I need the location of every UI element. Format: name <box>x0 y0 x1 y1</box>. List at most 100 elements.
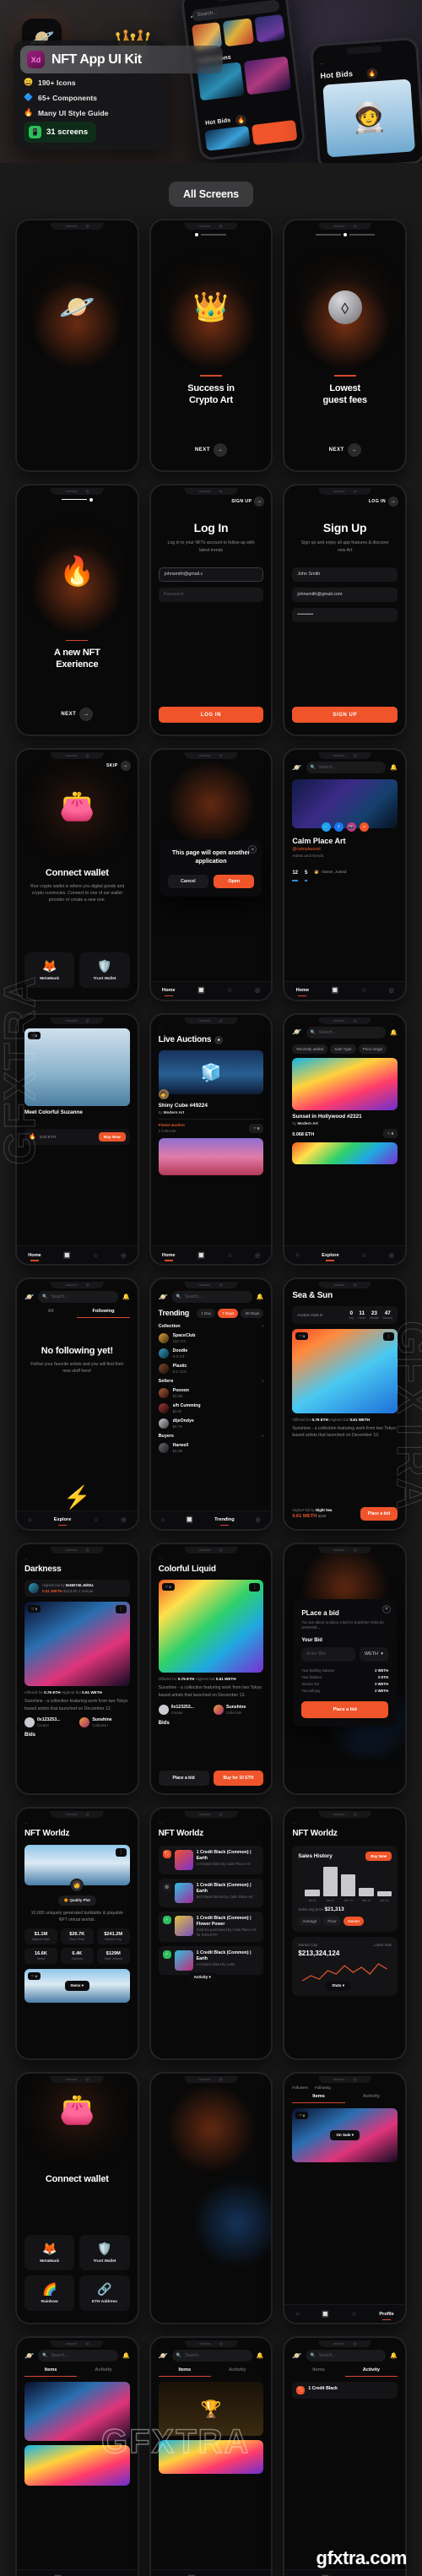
like-badge[interactable]: ♡ 8 <box>249 1123 264 1133</box>
screen-following-empty[interactable]: 🪐 🔍 Search... 🔔 All Following No followin… <box>15 1277 139 1531</box>
tab-explore-icon[interactable]: 🔲 <box>322 2311 329 2318</box>
chip-average[interactable]: Average <box>298 1916 322 1926</box>
next-button[interactable]: NEXT → <box>329 442 361 457</box>
currency-select[interactable]: WETH ▾ <box>360 1646 388 1662</box>
tile-hot-2[interactable] <box>251 119 298 146</box>
nft-artwork-2[interactable] <box>292 1142 398 1164</box>
tab-items[interactable]: Items <box>292 2094 345 2103</box>
back-arrow-icon[interactable]: ← <box>24 1556 130 1561</box>
skip-button[interactable]: SKIP → <box>106 761 131 772</box>
cancel-button[interactable]: Cancel <box>167 875 208 889</box>
email-field[interactable]: johnsmith@gmail.com <box>292 587 398 602</box>
screen-darkness[interactable]: ← Darkness Highest bid by 0x662740..9d02… <box>15 1542 139 1796</box>
screen-artist-profile[interactable]: 🪐 🔍 Search... 🔔 🐦 f 📷 ↗ Calm Place Art @c… <box>283 748 407 1001</box>
tile-glitchy[interactable] <box>223 18 254 47</box>
filter-dropdown[interactable]: Items ▾ <box>64 1981 90 1992</box>
signup-button[interactable]: SIGN UP <box>292 707 398 724</box>
planet-icon[interactable]: 🪐 <box>292 1028 301 1037</box>
next-button[interactable]: NEXT → <box>195 442 227 457</box>
screen-connect-wallet[interactable]: SKIP → 👛 Connect wallet Your crypto wall… <box>15 748 139 1001</box>
share-icon[interactable]: ↗ <box>359 822 369 832</box>
back-arrow-icon[interactable]: ← <box>24 1820 130 1825</box>
tab-profile-icon[interactable]: ◎ <box>121 1516 126 1523</box>
like-badge[interactable]: ♡ 6 <box>295 2111 309 2119</box>
list-item[interactable]: Harwell $2.2M <box>158 1442 264 1453</box>
bell-icon[interactable]: 🔔 <box>390 2352 398 2359</box>
bell-icon[interactable]: 🔔 <box>390 1029 398 1036</box>
back-arrow-icon[interactable]: ← <box>159 1556 264 1561</box>
tab-explore-icon[interactable]: 🔲 <box>332 987 339 994</box>
tab-profile-icon[interactable]: ◎ <box>255 1252 260 1259</box>
instagram-icon[interactable]: 📷 <box>346 822 356 832</box>
tab-explore-icon[interactable]: 🔲 <box>63 1252 71 1259</box>
tab-home-icon[interactable]: ⌂ <box>296 1252 300 1258</box>
list-item[interactable]: SpaceClub 10ct 3.9 <box>158 1332 264 1343</box>
planet-icon[interactable]: 🪐 <box>24 2351 34 2361</box>
nft-artwork[interactable]: ♡ 5 ⋮ <box>24 1602 130 1687</box>
facebook-icon[interactable]: f <box>333 822 344 832</box>
chip-price-range[interactable]: Price range <box>358 1044 387 1054</box>
tab-home[interactable]: Home <box>162 988 176 993</box>
tab-favorites-icon[interactable]: ☆ <box>352 2311 357 2318</box>
nft-artwork[interactable] <box>292 1057 398 1110</box>
buy-now-button[interactable]: Buy Now <box>99 1131 126 1142</box>
collection-item-art[interactable]: ♡ 8 Items ▾ <box>24 1969 130 2004</box>
group-sellers[interactable]: Sellers › <box>159 1379 264 1384</box>
tab-items[interactable]: Items <box>158 2367 211 2378</box>
screen-profile-items-3[interactable]: 🪐 🔍Search... 🔔 Items Activity 🏆 ⌂ 🔲 ☆ Pr… <box>149 2336 273 2576</box>
collection[interactable]: Sunshine Collection <box>79 1716 129 1727</box>
list-item[interactable]: Poooon $4.3M <box>158 1387 264 1398</box>
tab-profile-icon[interactable]: ◎ <box>255 987 260 994</box>
planet-icon[interactable]: 🪐 <box>292 763 301 773</box>
screen-onboarding-new-nft[interactable]: 🔥 A new NFT Exerience NEXT → <box>15 483 139 737</box>
chip-1day[interactable]: 1 Day <box>197 1309 216 1319</box>
search-input[interactable]: 🔍 Search... <box>38 1291 118 1304</box>
chip-floor[interactable]: Floor <box>323 1916 341 1926</box>
tab-favorites-icon[interactable]: ☆ <box>227 1252 232 1259</box>
screen-profile-activity[interactable]: 🪐 🔍 Search... 🔔 Items Activity 🏷 1 Credit… <box>283 2336 407 2576</box>
planet-icon[interactable]: 🪐 <box>159 1293 168 1302</box>
back-arrow-icon[interactable]: ← <box>159 1027 264 1032</box>
activity-item[interactable]: ◎ 1 Credit Black (Common) | Earth Bid Pla… <box>158 1878 264 1907</box>
screen-profile-items-2[interactable]: 🪐 🔍Search... 🔔 Items Activity ⌂ 🔲 ☆ Prof… <box>15 2336 139 2576</box>
tab-favorites-icon[interactable]: ☆ <box>361 1252 366 1259</box>
tab-home[interactable]: Home <box>296 988 310 993</box>
close-icon[interactable]: ✕ <box>382 1604 391 1613</box>
list-item[interactable]: Plastic 8 ct 41% <box>158 1363 264 1374</box>
tile-planet[interactable] <box>254 14 285 43</box>
bell-icon[interactable]: 🔔 <box>390 764 398 771</box>
tab-home-icon[interactable]: ⌂ <box>161 1517 165 1523</box>
chip-sale-type[interactable]: Sale Type <box>330 1044 356 1054</box>
wallet-option-metamask[interactable]: 🦊 MetaMask <box>24 952 75 988</box>
nft-artwork-2[interactable] <box>24 2445 130 2487</box>
more-icon[interactable]: ⋮ <box>383 1331 394 1341</box>
search-input[interactable]: 🔍 Search... <box>38 2350 118 2362</box>
search-input[interactable]: 🔍 Search... <box>306 762 387 774</box>
nft-artwork[interactable]: 🧊 <box>158 1050 264 1095</box>
nft-artwork[interactable] <box>24 2382 130 2442</box>
screen-trending[interactable]: 🪐 🔍 Search... 🔔 Trending 1 Day 7 Days 30 … <box>149 1277 273 1531</box>
like-badge[interactable]: ♡ 8 <box>28 1972 41 1981</box>
activity-item[interactable]: 🏷 1 Credit Black <box>292 2382 398 2400</box>
place-bid-button[interactable]: Place a bid <box>158 1771 209 1787</box>
screen-explore[interactable]: 🪐 🔍 Search... 🔔 Recently added Sale Type … <box>283 1012 407 1266</box>
screen-sea-and-sun[interactable]: Sea & Sun Auction ends in 0 Day 11 Hours 2… <box>283 1277 407 1531</box>
password-field[interactable]: •••••••••• <box>292 607 398 622</box>
screen-nft-worldz-stats[interactable]: ← NFT Worldz Sales History Buy Now Jan 1… <box>283 1807 407 2060</box>
signup-link[interactable]: SIGN UP → <box>231 496 265 507</box>
search-input[interactable]: 🔍 Search... <box>306 2350 387 2362</box>
bell-icon[interactable]: 🔔 <box>257 2352 264 2359</box>
back-arrow-icon[interactable]: ← <box>319 61 324 66</box>
tab-profile-icon[interactable]: ◎ <box>389 987 394 994</box>
place-bid-button[interactable]: Place a bid <box>360 1506 398 1521</box>
password-field[interactable]: Password <box>158 587 264 602</box>
filter-dropdown[interactable]: Stats ▾ <box>326 1980 351 1991</box>
tab-explore-icon[interactable]: 🔲 <box>197 987 205 994</box>
like-badge[interactable]: ♡ 8 <box>382 1128 398 1138</box>
screen-nft-worldz-overview[interactable]: ← NFT Worldz ⋮ 🧑 🔶 Quality Plot 10,000 u… <box>15 1807 139 2060</box>
tab-home-icon[interactable]: ⌂ <box>28 1517 31 1523</box>
tab-favorites-icon[interactable]: ☆ <box>361 987 366 994</box>
screen-wallet-chooser[interactable]: 👛 Connect wallet 🦊 MetaMask 🛡️ Trust Walle… <box>15 2071 139 2325</box>
open-button[interactable]: Open <box>214 875 255 889</box>
followers-label[interactable]: Followers <box>292 2085 308 2090</box>
